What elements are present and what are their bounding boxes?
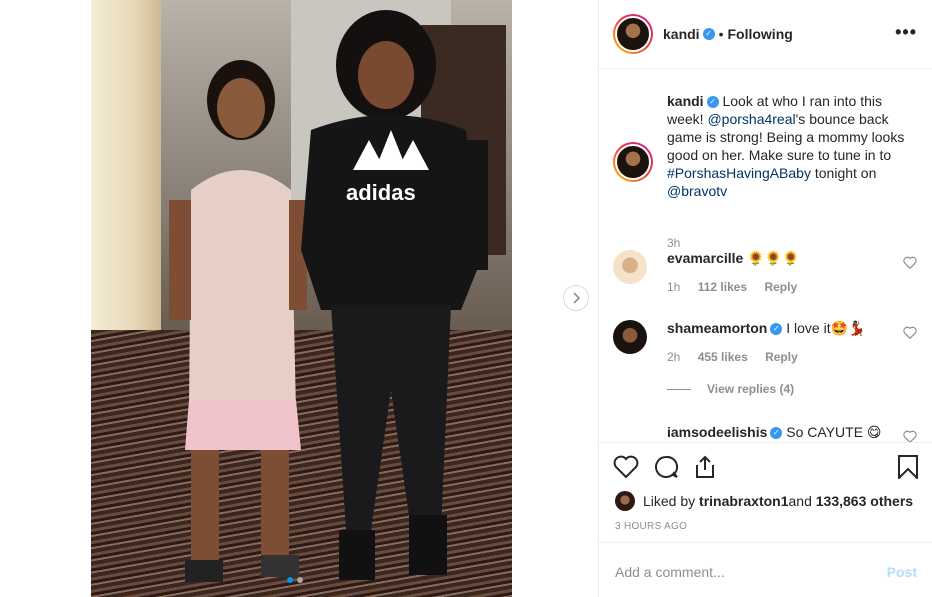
comment-username[interactable]: shameamorton [667,320,767,336]
comment-like-heart-icon[interactable] [903,256,917,269]
photo-person-right: adidas [301,10,488,580]
caption-body: kandi ✓ Look at who I ran into this week!… [667,92,917,200]
chevron-right-icon [573,292,581,304]
caption-mention-porsha[interactable]: @porsha4real [707,111,795,127]
likes-count[interactable]: 133,863 others [816,493,913,509]
liker-username[interactable]: trinabraxton1 [699,493,788,509]
caption-hashtag[interactable]: #PorshasHavingABaby [667,165,811,181]
verified-badge-icon: ✓ [706,96,719,109]
comment-username[interactable]: evamarcille [667,250,743,266]
post-comment-button[interactable]: Post [887,564,917,580]
add-comment-bar: Add a comment... Post [599,542,932,597]
comment-line: evamarcille 🌻🌻🌻 [667,250,799,267]
post-media-area: adidas [0,0,598,597]
instagram-post-modal: adidas kandi ✓ • Following ••• kandi ✓ L… [0,0,932,597]
share-icon[interactable] [693,455,717,479]
photo-person-left [169,60,307,582]
view-replies-button[interactable]: View replies (4) [667,382,794,396]
bookmark-icon[interactable] [897,455,919,479]
comment-text: So CAYUTE 😋 [786,424,882,440]
next-photo-button[interactable] [563,285,589,311]
comment-like-heart-icon[interactable] [903,430,917,442]
caption-text-3: tonight on [810,165,877,181]
verified-badge-icon: ✓ [770,323,783,336]
comment-like-heart-icon[interactable] [903,326,917,339]
carousel-dot-1[interactable] [287,577,293,583]
comment-bubble-icon[interactable] [653,455,679,479]
comment-avatar[interactable] [613,320,647,354]
likes-summary: Liked by trinabraxton1 and 133,863 other… [615,491,913,511]
comment-reply-button[interactable]: Reply [765,350,798,364]
comment-line: shameamorton ✓ I love it🤩💃🏾 [667,320,865,337]
svg-text:adidas: adidas [346,180,416,205]
comment-avatar[interactable] [613,250,647,284]
like-heart-icon[interactable] [613,455,639,479]
comment-time[interactable]: 1h [667,280,680,294]
verified-badge-icon: ✓ [770,427,783,440]
caption-username[interactable]: kandi [667,93,704,109]
liker-avatar[interactable] [615,491,635,511]
post-side-panel: kandi ✓ • Following ••• kandi ✓ Look at w… [598,0,932,597]
comment-likes[interactable]: 112 likes [698,280,747,294]
comment-text: I love it🤩💃🏾 [786,320,866,336]
comment-line: iamsodeelishis ✓ So CAYUTE 😋 [667,424,882,441]
comment-reply-button[interactable]: Reply [764,280,797,294]
more-options-icon[interactable]: ••• [895,22,917,43]
carousel-indicators [287,577,303,583]
action-icons [613,455,717,479]
caption-time[interactable]: 3h [667,236,680,250]
header-separator: • [718,26,724,42]
post-photo[interactable]: adidas [91,0,512,597]
author-avatar[interactable] [613,14,653,54]
caption-mention-bravo[interactable]: @bravotv [667,183,727,199]
comments-list[interactable]: kandi ✓ Look at who I ran into this week!… [599,70,932,442]
comment-likes[interactable]: 455 likes [698,350,748,364]
comment-input[interactable]: Add a comment... [615,564,725,580]
post-timestamp[interactable]: 3 HOURS AGO [615,521,687,532]
view-replies-label: View replies (4) [707,382,795,396]
comment-time[interactable]: 2h [667,350,680,364]
likes-middle: and [788,493,812,509]
carousel-dot-2[interactable] [297,577,303,583]
verified-badge-icon: ✓ [702,28,715,40]
comment-meta: 2h 455 likes Reply [667,350,812,364]
following-button[interactable]: Following [727,26,792,42]
comment-username[interactable]: iamsodeelishis [667,424,767,440]
post-header: kandi ✓ • Following ••• [599,0,932,69]
view-replies-line [667,388,691,390]
author-username[interactable]: kandi [663,26,700,42]
comment-meta: 1h 112 likes Reply [667,280,811,294]
likes-prefix: Liked by [643,493,696,509]
caption-avatar[interactable] [613,142,653,182]
post-actions: Liked by trinabraxton1 and 133,863 other… [599,442,932,542]
comment-text: 🌻🌻🌻 [747,250,800,266]
